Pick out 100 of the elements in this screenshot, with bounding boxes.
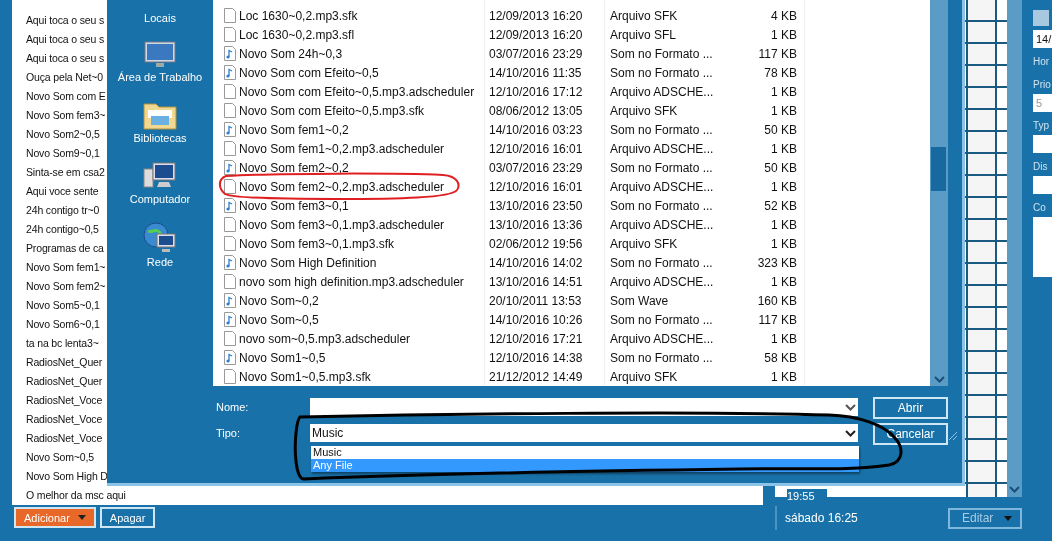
file-name[interactable]: Novo Som fem1~0,2.mp3.adscheduler — [239, 141, 484, 156]
chevron-down-icon[interactable] — [845, 403, 856, 411]
file-name[interactable]: Novo Som fem1~0,2 — [239, 122, 484, 137]
monitor-icon — [144, 41, 176, 69]
file-date: 13/10/2016 23:50 — [488, 198, 584, 213]
file-date: 12/09/2013 16:20 — [488, 27, 584, 42]
file-size: 1 KB — [770, 27, 797, 42]
file-name[interactable]: Novo Som1~0,5.mp3.sfk — [239, 369, 484, 384]
file-size: 58 KB — [763, 350, 797, 365]
comment-field[interactable] — [1033, 217, 1052, 277]
resize-grip-icon[interactable] — [948, 431, 958, 441]
file-type: Som Wave — [609, 293, 670, 308]
file-type: Arquivo SFL — [609, 27, 678, 42]
file-icon — [224, 27, 236, 42]
file-date: 12/10/2016 16:01 — [488, 141, 584, 156]
file-size: 1 KB — [770, 274, 797, 289]
field-label: Dis — [1033, 161, 1049, 172]
file-name[interactable]: Novo Som~0,2 — [239, 293, 484, 308]
audio-file-icon — [224, 160, 236, 175]
file-name[interactable]: Novo Som~0,5 — [239, 312, 484, 327]
file-size: 1 KB — [770, 141, 797, 156]
field-label: Nome: — [216, 400, 250, 413]
chevron-down-icon[interactable] — [845, 429, 856, 437]
computer-icon — [143, 161, 177, 191]
file-size: 52 KB — [763, 198, 797, 213]
scrollbar[interactable] — [930, 0, 948, 386]
audio-file-icon — [224, 255, 236, 270]
field-label: Co — [1033, 202, 1047, 213]
audio-file-icon — [224, 198, 236, 213]
place-item[interactable]: Bibliotecas — [133, 132, 187, 144]
input-field[interactable] — [1033, 176, 1052, 194]
file-type: Som no Formato ... — [609, 255, 714, 270]
file-size: 1 KB — [770, 179, 797, 194]
file-icon — [224, 141, 236, 156]
place-item[interactable]: Locais — [144, 12, 176, 24]
file-date: 14/10/2016 14:02 — [488, 255, 584, 270]
file-type: Arquivo SFK — [609, 236, 679, 251]
scrollbar-thumb[interactable] — [931, 147, 946, 191]
audio-file-icon — [224, 350, 236, 365]
file-date: 03/07/2016 23:29 — [488, 46, 584, 61]
file-name[interactable]: Novo Som 24h~0,3 — [239, 46, 484, 61]
file-date: 12/10/2016 17:12 — [488, 84, 584, 99]
scrollbar[interactable] — [1007, 0, 1022, 497]
field-label: Typ — [1033, 120, 1051, 131]
file-date: 12/10/2016 16:01 — [488, 179, 584, 194]
checkbox[interactable] — [1033, 10, 1049, 26]
file-name[interactable]: novo som~0,5.mp3.adscheduler — [239, 331, 484, 346]
place-item[interactable]: Computador — [129, 193, 191, 205]
place-item[interactable]: Área de Trabalho — [117, 71, 203, 83]
file-name[interactable]: Novo Som com Efeito~0,5.mp3.sfk — [239, 103, 484, 118]
file-name[interactable]: Novo Som fem3~0,1 — [239, 198, 484, 213]
file-name[interactable]: novo som high definition.mp3.adscheduler — [239, 274, 484, 289]
file-size: 1 KB — [770, 103, 797, 118]
file-type: Arquivo ADSCHE... — [609, 331, 715, 346]
file-size: 160 KB — [756, 293, 797, 308]
audio-file-icon — [224, 122, 236, 137]
file-date: 20/10/2011 13:53 — [488, 293, 583, 308]
caret-icon — [77, 515, 86, 520]
place-item[interactable]: Rede — [146, 256, 174, 268]
file-date: 12/09/2013 16:20 — [488, 8, 584, 23]
file-type: Som no Formato ... — [609, 350, 714, 365]
file-type: Som no Formato ... — [609, 46, 714, 61]
file-date: 02/06/2012 19:56 — [488, 236, 584, 251]
open-button[interactable]: Abrir — [873, 397, 948, 419]
file-icon — [224, 274, 236, 289]
file-name[interactable]: Loc 1630~0,2.mp3.sfl — [239, 27, 484, 42]
file-date: 03/07/2016 23:29 — [488, 160, 584, 175]
file-name[interactable]: Novo Som fem3~0,1.mp3.sfk — [239, 236, 484, 251]
file-type: Som no Formato ... — [609, 65, 714, 80]
file-size: 1 KB — [770, 84, 797, 99]
file-name[interactable]: Novo Som fem2~0,2 — [239, 160, 484, 175]
dropdown-option[interactable]: Music — [311, 446, 859, 459]
file-name[interactable]: Novo Som1~0,5 — [239, 350, 484, 365]
file-icon — [224, 179, 236, 194]
file-size: 117 KB — [757, 46, 797, 61]
file-type: Arquivo ADSCHE... — [609, 141, 715, 156]
file-name[interactable]: Novo Som com Efeito~0,5 — [239, 65, 484, 80]
file-name[interactable]: Novo Som High Definition — [239, 255, 484, 270]
file-name[interactable]: Loc 1630~0,2.mp3.sfk — [239, 8, 484, 23]
playlist-item[interactable]: O melhor da msc aqui — [26, 486, 763, 505]
file-name[interactable]: Novo Som com Efeito~0,5.mp3.adscheduler — [239, 84, 484, 99]
file-icon — [224, 84, 236, 99]
input-field[interactable] — [1033, 135, 1052, 153]
file-size: 4 KB — [770, 8, 797, 23]
file-icon — [224, 236, 236, 251]
file-name[interactable]: Novo Som fem3~0,1.mp3.adscheduler — [239, 217, 484, 232]
delete-button[interactable]: Apagar — [99, 507, 156, 528]
file-size: 1 KB — [770, 369, 797, 384]
file-type: Arquivo ADSCHE... — [609, 179, 715, 194]
date-field[interactable]: 14/ — [1033, 30, 1052, 48]
type-combo-field[interactable]: Music — [310, 424, 858, 442]
folder-icon — [143, 100, 177, 130]
file-icon — [224, 103, 236, 118]
field-label: Tipo: — [216, 426, 242, 439]
file-type: Arquivo ADSCHE... — [609, 274, 715, 289]
audio-file-icon — [224, 65, 236, 80]
file-name[interactable]: Novo Som fem2~0,2.mp3.adscheduler — [239, 179, 484, 194]
file-icon — [224, 217, 236, 232]
file-type: Som no Formato ... — [609, 312, 714, 327]
caret-icon — [1004, 515, 1012, 521]
